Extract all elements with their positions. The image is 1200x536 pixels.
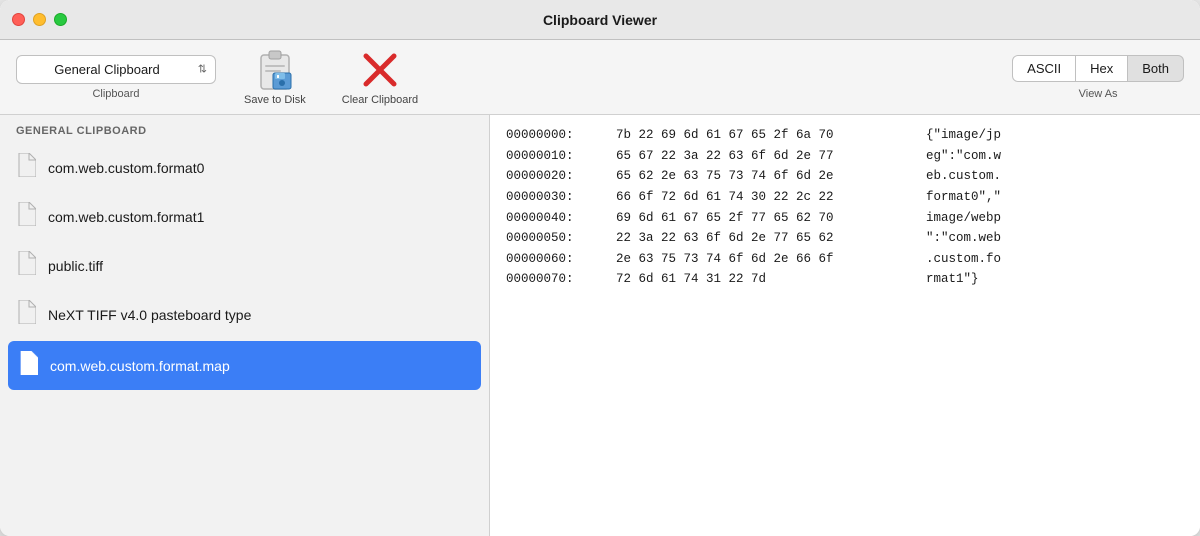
minimize-button[interactable] <box>33 13 46 26</box>
hex-bytes: 72 6d 61 74 31 22 7d <box>616 269 926 290</box>
hex-row: 00000060: 2e 63 75 73 74 6f 6d 2e 66 6f … <box>506 249 1184 270</box>
list-item[interactable]: com.web.custom.format1 <box>0 192 489 241</box>
file-icon <box>16 202 36 231</box>
hex-row: 00000040: 69 6d 61 67 65 2f 77 65 62 70 … <box>506 208 1184 229</box>
window-title: Clipboard Viewer <box>543 12 657 28</box>
list-item[interactable]: com.web.custom.format0 <box>0 143 489 192</box>
item-label: com.web.custom.format1 <box>48 209 204 225</box>
hex-ascii: eg":"com.w <box>926 146 1001 167</box>
sidebar: GENERAL CLIPBOARD com.web.custom.format0 <box>0 115 490 536</box>
active-item-label: com.web.custom.format.map <box>50 358 230 374</box>
hex-row: 00000070: 72 6d 61 74 31 22 7d rmat1"} <box>506 269 1184 290</box>
hex-row: 00000030: 66 6f 72 6d 61 74 30 22 2c 22 … <box>506 187 1184 208</box>
view-as-buttons: ASCII Hex Both <box>1012 55 1184 82</box>
hex-offset: 00000030: <box>506 187 616 208</box>
clipboard-dropdown[interactable]: General Clipboard <box>16 55 216 84</box>
active-list-item[interactable]: com.web.custom.format.map <box>8 341 481 390</box>
hex-ascii: format0"," <box>926 187 1001 208</box>
hex-bytes: 69 6d 61 67 65 2f 77 65 62 70 <box>616 208 926 229</box>
hex-view: 00000000: 7b 22 69 6d 61 67 65 2f 6a 70 … <box>490 115 1200 536</box>
hex-offset: 00000050: <box>506 228 616 249</box>
list-item[interactable]: NeXT TIFF v4.0 pasteboard type <box>0 290 489 339</box>
list-item[interactable]: public.tiff <box>0 241 489 290</box>
hex-bytes: 66 6f 72 6d 61 74 30 22 2c 22 <box>616 187 926 208</box>
hex-bytes: 2e 63 75 73 74 6f 6d 2e 66 6f <box>616 249 926 270</box>
close-button[interactable] <box>12 13 25 26</box>
hex-rows-container: 00000000: 7b 22 69 6d 61 67 65 2f 6a 70 … <box>506 125 1184 290</box>
view-ascii-button[interactable]: ASCII <box>1012 55 1076 82</box>
hex-ascii: rmat1"} <box>926 269 979 290</box>
maximize-button[interactable] <box>54 13 67 26</box>
item-label: NeXT TIFF v4.0 pasteboard type <box>48 307 251 323</box>
view-as-section: ASCII Hex Both View As <box>1012 55 1184 100</box>
view-hex-button[interactable]: Hex <box>1076 55 1128 82</box>
toolbar: General Clipboard Clipboard <box>0 40 1200 115</box>
hex-ascii: .custom.fo <box>926 249 1001 270</box>
hex-row: 00000050: 22 3a 22 63 6f 6d 2e 77 65 62 … <box>506 228 1184 249</box>
hex-ascii: ":"com.web <box>926 228 1001 249</box>
clipboard-label: Clipboard <box>92 88 139 100</box>
clear-x-icon <box>362 52 398 88</box>
file-icon <box>16 251 36 280</box>
hex-row: 00000010: 65 67 22 3a 22 63 6f 6d 2e 77 … <box>506 146 1184 167</box>
clear-icon <box>358 48 402 92</box>
hex-offset: 00000020: <box>506 166 616 187</box>
hex-ascii: {"image/jp <box>926 125 1001 146</box>
file-icon-active <box>18 351 38 380</box>
clear-clipboard-button[interactable]: Clear Clipboard <box>334 44 426 110</box>
save-disk-icon <box>257 49 293 91</box>
hex-offset: 00000040: <box>506 208 616 229</box>
hex-bytes: 65 62 2e 63 75 73 74 6f 6d 2e <box>616 166 926 187</box>
hex-bytes: 65 67 22 3a 22 63 6f 6d 2e 77 <box>616 146 926 167</box>
clipboard-dropdown-section: General Clipboard Clipboard <box>16 55 216 100</box>
hex-row: 00000000: 7b 22 69 6d 61 67 65 2f 6a 70 … <box>506 125 1184 146</box>
hex-offset: 00000010: <box>506 146 616 167</box>
main-content: GENERAL CLIPBOARD com.web.custom.format0 <box>0 115 1200 536</box>
file-icon <box>16 300 36 329</box>
hex-bytes: 22 3a 22 63 6f 6d 2e 77 65 62 <box>616 228 926 249</box>
clear-label: Clear Clipboard <box>342 94 418 106</box>
sidebar-header: GENERAL CLIPBOARD <box>0 115 489 143</box>
sidebar-list: com.web.custom.format0 com.web.custom.fo… <box>0 143 489 536</box>
item-label: public.tiff <box>48 258 103 274</box>
hex-offset: 00000070: <box>506 269 616 290</box>
hex-ascii: eb.custom. <box>926 166 1001 187</box>
file-icon <box>16 153 36 182</box>
view-as-label: View As <box>1079 88 1118 100</box>
save-label: Save to Disk <box>244 94 306 106</box>
main-window: Clipboard Viewer General Clipboard Clipb… <box>0 0 1200 536</box>
item-label: com.web.custom.format0 <box>48 160 204 176</box>
save-to-disk-button[interactable]: Save to Disk <box>236 44 314 110</box>
save-icon <box>253 48 297 92</box>
hex-bytes: 7b 22 69 6d 61 67 65 2f 6a 70 <box>616 125 926 146</box>
view-both-button[interactable]: Both <box>1128 55 1184 82</box>
hex-ascii: image/webp <box>926 208 1001 229</box>
hex-offset: 00000000: <box>506 125 616 146</box>
titlebar: Clipboard Viewer <box>0 0 1200 40</box>
hex-row: 00000020: 65 62 2e 63 75 73 74 6f 6d 2e … <box>506 166 1184 187</box>
traffic-lights <box>12 13 67 26</box>
hex-offset: 00000060: <box>506 249 616 270</box>
